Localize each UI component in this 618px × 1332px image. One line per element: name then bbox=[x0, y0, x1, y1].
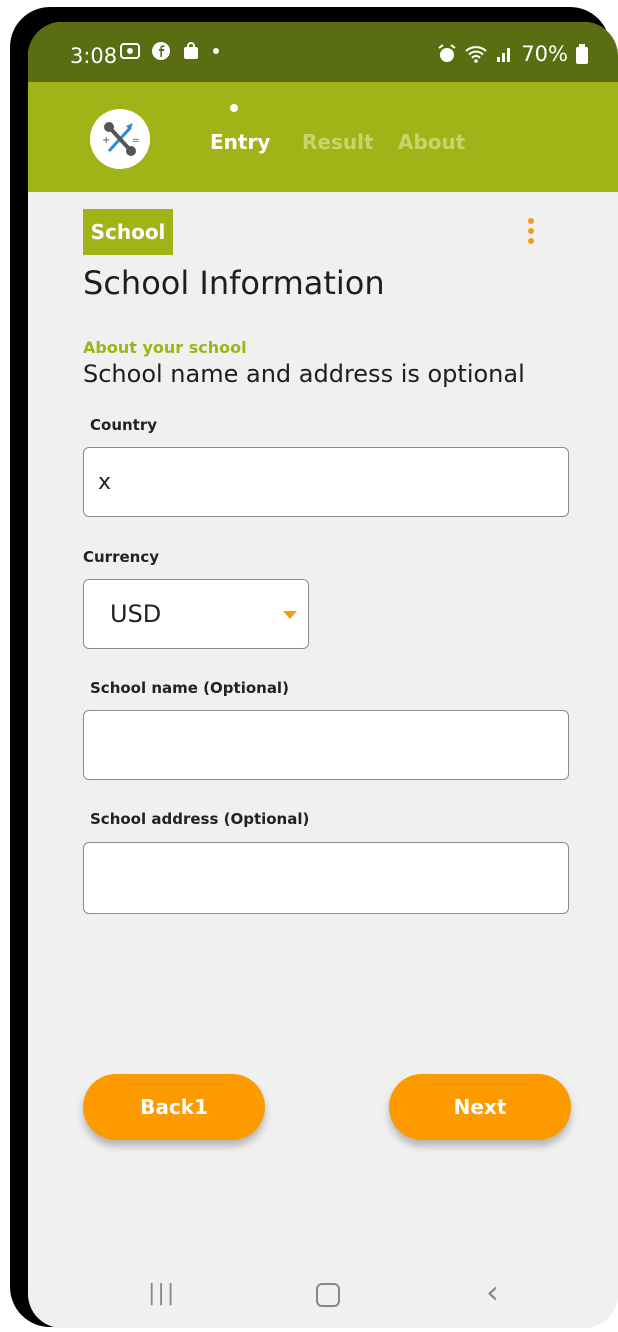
active-tab-indicator bbox=[230, 104, 238, 112]
currency-label: Currency bbox=[83, 548, 160, 566]
dropdown-caret-icon bbox=[283, 611, 297, 619]
wifi-icon bbox=[465, 46, 487, 63]
currency-select[interactable]: USD bbox=[83, 579, 309, 649]
back-nav-icon[interactable]: ‹ bbox=[486, 1273, 499, 1311]
dot-icon bbox=[213, 48, 219, 54]
section-badge: School bbox=[83, 209, 173, 255]
alarm-icon bbox=[438, 44, 456, 62]
status-time: 3:08 bbox=[70, 44, 118, 68]
svg-text:+: + bbox=[102, 135, 110, 146]
tab-entry[interactable]: Entry bbox=[210, 130, 270, 154]
status-right-icons: 70% bbox=[437, 42, 588, 66]
battery-icon bbox=[576, 44, 588, 64]
app-logo: + = bbox=[90, 109, 150, 169]
section-subheading: About your school bbox=[83, 338, 247, 357]
next-button[interactable]: Next bbox=[389, 1074, 571, 1140]
section-description: School name and address is optional bbox=[83, 360, 525, 388]
school-address-label: School address (Optional) bbox=[90, 810, 310, 828]
status-left-icons bbox=[120, 42, 220, 60]
screenshot-icon bbox=[120, 43, 140, 59]
app-header: + = Entry Result About bbox=[28, 82, 618, 192]
country-label: Country bbox=[90, 416, 158, 434]
school-name-input[interactable] bbox=[83, 710, 569, 780]
phone-frame: 3:08 70% + = Entry Result About School S… bbox=[10, 7, 618, 1328]
tab-result[interactable]: Result bbox=[302, 130, 374, 154]
tools-logo-icon: + = bbox=[102, 122, 140, 156]
facebook-icon bbox=[152, 42, 170, 60]
screen: 3:08 70% + = Entry Result About School S… bbox=[28, 22, 618, 1328]
school-address-input[interactable] bbox=[83, 842, 569, 914]
currency-value: USD bbox=[110, 600, 162, 628]
back-button[interactable]: Back1 bbox=[83, 1074, 265, 1140]
system-nav-bar: ||| ‹ bbox=[28, 1267, 618, 1327]
page-title: School Information bbox=[83, 264, 385, 302]
overflow-menu-icon[interactable] bbox=[528, 218, 536, 246]
shopping-bag-icon bbox=[184, 42, 198, 59]
svg-text:=: = bbox=[132, 136, 140, 146]
country-input[interactable]: x bbox=[83, 447, 569, 517]
home-icon[interactable] bbox=[316, 1283, 340, 1307]
status-bar: 3:08 70% bbox=[28, 22, 618, 82]
battery-percent: 70% bbox=[521, 42, 568, 66]
school-name-label: School name (Optional) bbox=[90, 679, 289, 697]
tab-about[interactable]: About bbox=[398, 130, 465, 154]
recent-apps-icon[interactable]: ||| bbox=[148, 1281, 176, 1306]
signal-icon bbox=[497, 48, 511, 62]
